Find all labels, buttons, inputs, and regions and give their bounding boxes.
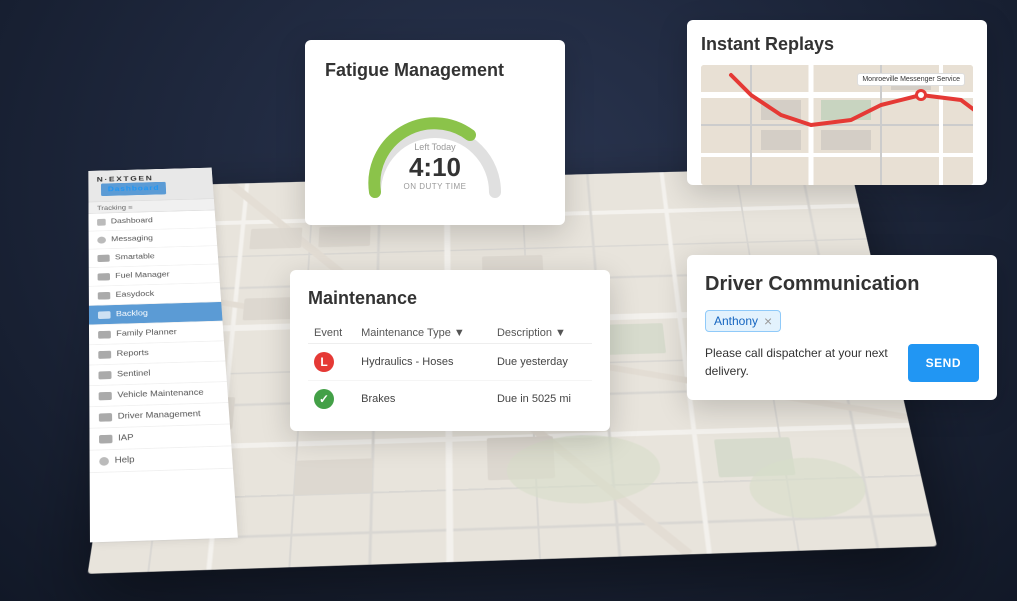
gauge-sublabel: ON DUTY TIME: [403, 182, 466, 191]
iap-icon: [99, 434, 112, 443]
replay-map-label: Monroeville Messenger Service: [857, 73, 965, 86]
fatigue-gauge: Left Today 4:10 ON DUTY TIME: [325, 97, 545, 207]
gauge-label: Left Today: [403, 142, 466, 152]
nav-dashboard-btn[interactable]: Dashboard: [101, 182, 166, 196]
messaging-icon: [97, 236, 106, 243]
sidebar-logo: N·EXTGEN Dashboard: [88, 168, 214, 203]
message-row: Please call dispatcher at your next deli…: [705, 344, 979, 382]
reports-icon: [98, 350, 111, 358]
maintenance-table: Event Maintenance Type ▼ Description ▼ L…: [308, 323, 592, 417]
status-cell-2: ✓: [308, 381, 355, 418]
fatigue-management-card: Fatigue Management Left Today 4:10 ON DU…: [305, 40, 565, 225]
remove-recipient-button[interactable]: ×: [764, 314, 772, 328]
fatigue-card-title: Fatigue Management: [325, 60, 545, 81]
description-1: Due yesterday: [491, 344, 592, 381]
help-icon: [99, 457, 109, 466]
maintenance-type-1: Hydraulics - Hoses: [355, 344, 491, 381]
easydock-icon: [98, 292, 111, 300]
driver-communication-card: Driver Communication Anthony × Please ca…: [687, 255, 997, 400]
message-text: Please call dispatcher at your next deli…: [705, 344, 898, 380]
col-event: Event: [308, 323, 355, 344]
description-2: Due in 5025 mi: [491, 381, 592, 418]
replay-map: Monroeville Messenger Service: [701, 65, 973, 185]
status-dot-green: ✓: [314, 389, 334, 409]
smartable-icon: [97, 254, 109, 261]
gauge-text-container: Left Today 4:10 ON DUTY TIME: [403, 142, 466, 191]
fuel-icon: [98, 273, 110, 281]
status-cell-1: L: [308, 344, 355, 381]
dashboard-icon: [97, 218, 106, 225]
maintenance-card: Maintenance Event Maintenance Type ▼ Des…: [290, 270, 610, 431]
sentinel-icon: [98, 371, 111, 379]
gauge-time: 4:10: [403, 154, 466, 180]
send-button[interactable]: SEND: [908, 344, 979, 382]
driver-card-title: Driver Communication: [705, 273, 979, 296]
maintenance-type-2: Brakes: [355, 381, 491, 418]
vehicle-icon: [99, 391, 112, 400]
recipient-tag: Anthony ×: [705, 310, 781, 332]
backlog-icon: [98, 311, 111, 319]
replay-card-title: Instant Replays: [701, 34, 973, 55]
sidebar: N·EXTGEN Dashboard Tracking ≡ Dashboard …: [88, 168, 238, 543]
sidebar-item-help[interactable]: Help: [90, 446, 233, 473]
col-description[interactable]: Description ▼: [491, 323, 592, 344]
instant-replays-card: Instant Replays: [687, 20, 987, 185]
maintenance-row-1: L Hydraulics - Hoses Due yesterday: [308, 344, 592, 381]
status-dot-red: L: [314, 352, 334, 372]
col-maintenance-type[interactable]: Maintenance Type ▼: [355, 323, 491, 344]
maintenance-card-title: Maintenance: [308, 288, 592, 309]
recipient-name: Anthony: [714, 314, 758, 328]
maintenance-row-2: ✓ Brakes Due in 5025 mi: [308, 381, 592, 418]
driver-mgmt-icon: [99, 413, 112, 422]
family-planner-icon: [98, 330, 111, 338]
